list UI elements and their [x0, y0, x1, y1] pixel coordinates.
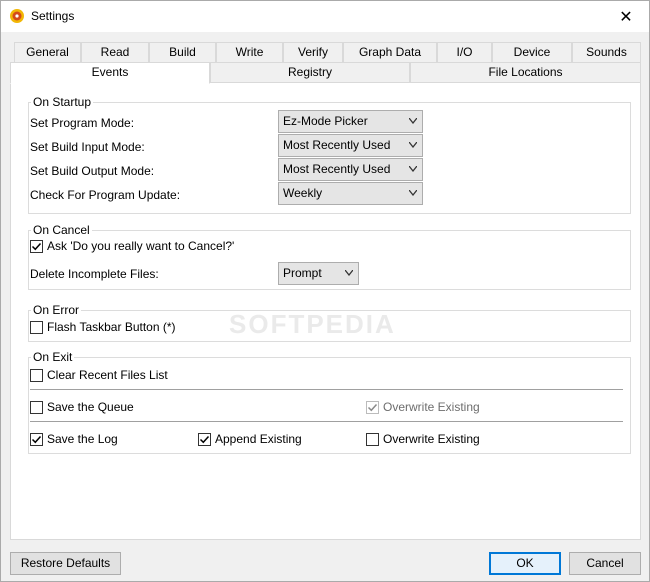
delete-incomplete-label: Delete Incomplete Files:: [30, 267, 159, 281]
flash-taskbar-checkbox[interactable]: Flash Taskbar Button (*): [30, 319, 176, 335]
checkmark-icon: [367, 403, 378, 411]
checkmark-icon: [199, 435, 210, 443]
checkbox-box: [30, 239, 43, 253]
checkbox-box: [30, 432, 43, 446]
build-output-mode-label: Set Build Output Mode:: [30, 164, 155, 178]
on-startup-title: On Startup: [31, 95, 94, 109]
log-append-checkbox[interactable]: Append Existing: [198, 431, 302, 447]
tab-write[interactable]: Write: [216, 42, 283, 62]
tab-build[interactable]: Build: [149, 42, 216, 62]
program-update-select[interactable]: Weekly: [278, 182, 423, 205]
title-bar: Settings ✕: [1, 1, 649, 32]
tab-graph-data[interactable]: Graph Data: [343, 42, 437, 62]
chevron-down-icon: [409, 118, 417, 124]
checkmark-icon: [31, 435, 42, 443]
tab-registry[interactable]: Registry: [210, 62, 410, 83]
clear-recent-checkbox[interactable]: Clear Recent Files List: [30, 367, 168, 383]
tab-events[interactable]: Events: [10, 62, 210, 84]
log-overwrite-checkbox[interactable]: Overwrite Existing: [366, 431, 480, 447]
on-error-title: On Error: [31, 303, 82, 317]
build-output-mode-select[interactable]: Most Recently Used: [278, 158, 423, 181]
chevron-down-icon: [345, 270, 353, 276]
save-queue-checkbox[interactable]: Save the Queue: [30, 399, 134, 415]
tab-io[interactable]: I/O: [437, 42, 492, 62]
cancel-button[interactable]: Cancel: [569, 552, 641, 575]
queue-overwrite-checkbox: Overwrite Existing: [366, 399, 480, 415]
restore-defaults-button[interactable]: Restore Defaults: [10, 552, 121, 575]
checkbox-box: [366, 432, 379, 446]
events-panel: SOFTPEDIA On Startup Set Program Mode: E…: [10, 82, 641, 540]
checkbox-box: [30, 400, 43, 414]
on-cancel-title: On Cancel: [31, 223, 92, 237]
tab-general[interactable]: General: [14, 42, 81, 62]
tab-file-locations[interactable]: File Locations: [410, 62, 641, 83]
checkbox-box: [30, 368, 43, 382]
ask-cancel-checkbox[interactable]: Ask 'Do you really want to Cancel?': [30, 238, 234, 254]
on-exit-title: On Exit: [31, 350, 75, 364]
chevron-down-icon: [409, 142, 417, 148]
build-input-mode-label: Set Build Input Mode:: [30, 140, 145, 154]
program-update-label: Check For Program Update:: [30, 188, 181, 202]
close-button[interactable]: ✕: [603, 1, 649, 32]
delete-incomplete-select[interactable]: Prompt: [278, 262, 359, 285]
app-icon: [10, 9, 24, 23]
program-mode-select[interactable]: Ez-Mode Picker: [278, 110, 423, 133]
checkbox-box: [30, 320, 43, 334]
ok-button[interactable]: OK: [489, 552, 561, 575]
separator: [30, 389, 623, 390]
window-title: Settings: [31, 9, 75, 23]
tab-device[interactable]: Device: [492, 42, 572, 62]
tab-sounds[interactable]: Sounds: [572, 42, 641, 62]
tab-verify[interactable]: Verify: [283, 42, 343, 62]
build-input-mode-select[interactable]: Most Recently Used: [278, 134, 423, 157]
chevron-down-icon: [409, 166, 417, 172]
settings-window: Settings ✕ General Read Build Write Veri…: [0, 0, 650, 582]
checkbox-box: [198, 432, 211, 446]
chevron-down-icon: [409, 190, 417, 196]
tab-read[interactable]: Read: [81, 42, 149, 62]
program-mode-label: Set Program Mode:: [30, 116, 135, 130]
separator: [30, 421, 623, 422]
checkmark-icon: [31, 242, 42, 250]
close-icon: ✕: [619, 8, 633, 26]
save-log-checkbox[interactable]: Save the Log: [30, 431, 118, 447]
checkbox-box: [366, 400, 379, 414]
